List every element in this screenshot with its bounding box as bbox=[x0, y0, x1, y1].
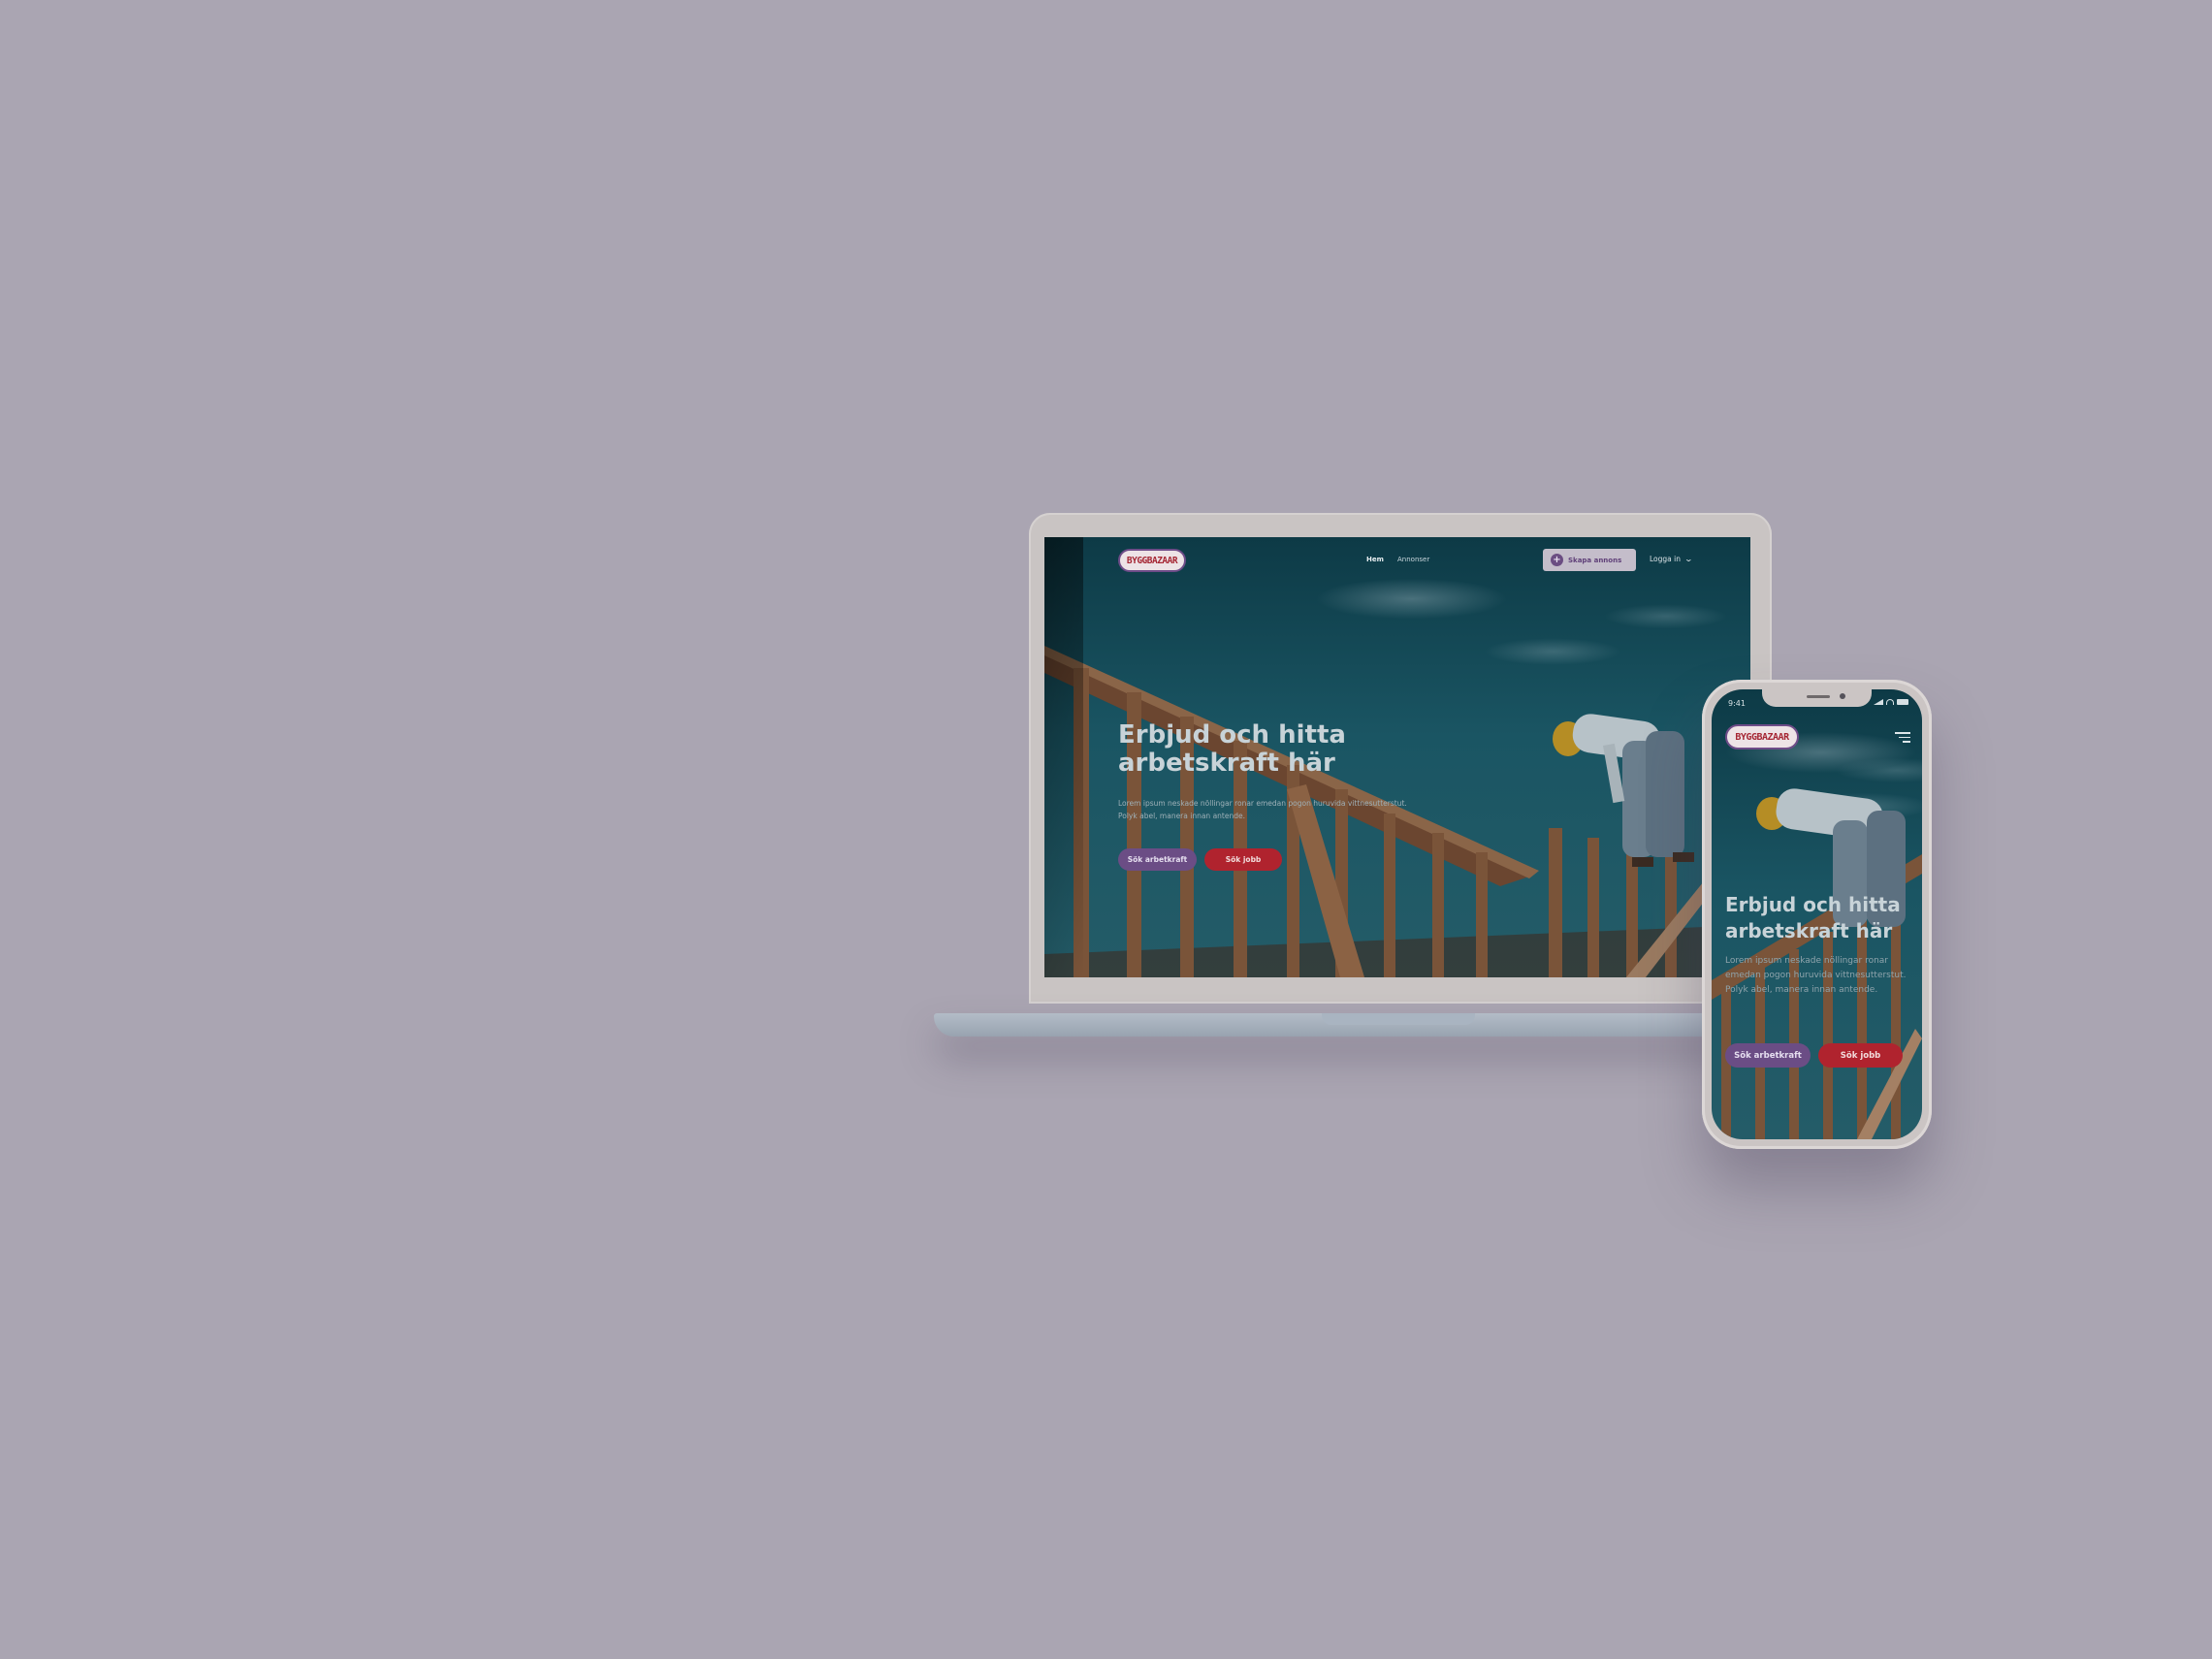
mobile-hero-description: Lorem ipsum neskade nöllingar ronar emed… bbox=[1725, 956, 1907, 995]
battery-icon bbox=[1897, 699, 1908, 705]
camera-icon bbox=[1840, 693, 1845, 699]
status-icons bbox=[1874, 699, 1908, 705]
phone-mockup: 9:41 BYGGBAZAAR Erbjud och hitta arbetsk… bbox=[1702, 680, 1932, 1149]
mobile-screen: 9:41 BYGGBAZAAR Erbjud och hitta arbetsk… bbox=[1712, 689, 1922, 1139]
search-workforce-button[interactable]: Sök arbetkraft bbox=[1118, 848, 1197, 871]
status-time: 9:41 bbox=[1728, 699, 1746, 708]
create-listing-label: Skapa annons bbox=[1568, 556, 1622, 564]
hero-title: Erbjud och hitta arbetskraft här bbox=[1118, 720, 1346, 779]
laptop-notch bbox=[1322, 1013, 1475, 1025]
create-listing-button[interactable]: + Skapa annons bbox=[1543, 549, 1636, 571]
login-dropdown[interactable]: Logga in ⌄ bbox=[1650, 555, 1694, 563]
mobile-byggbazaar-logo[interactable]: BYGGBAZAAR bbox=[1725, 724, 1799, 750]
phone-notch bbox=[1762, 689, 1872, 707]
byggbazaar-logo[interactable]: BYGGBAZAAR bbox=[1118, 549, 1186, 572]
plus-icon: + bbox=[1551, 554, 1563, 566]
nav-link-home[interactable]: Hem bbox=[1366, 556, 1384, 563]
mobile-search-workforce-button[interactable]: Sök arbetkraft bbox=[1725, 1043, 1811, 1068]
login-label: Logga in bbox=[1650, 555, 1681, 563]
desktop-navbar: BYGGBAZAAR Hem Annonser + Skapa annons L… bbox=[1044, 537, 1750, 586]
chevron-down-icon: ⌄ bbox=[1683, 555, 1694, 563]
hero-description: Lorem ipsum neskade nöllingar ronar emed… bbox=[1118, 799, 1407, 820]
speaker-icon bbox=[1807, 695, 1830, 698]
search-jobs-button[interactable]: Sök jobb bbox=[1204, 848, 1282, 871]
hamburger-menu-icon[interactable] bbox=[1895, 732, 1910, 744]
desktop-screen: BYGGBAZAAR Hem Annonser + Skapa annons L… bbox=[1044, 537, 1750, 977]
screen-shadow bbox=[1044, 537, 1083, 977]
signal-icon bbox=[1874, 699, 1883, 705]
mobile-search-jobs-button[interactable]: Sök jobb bbox=[1818, 1043, 1903, 1068]
mobile-hero-title: Erbjud och hitta arbetskraft här bbox=[1725, 893, 1901, 942]
wifi-icon bbox=[1886, 699, 1894, 705]
nav-link-listings[interactable]: Annonser bbox=[1397, 556, 1429, 563]
laptop-mockup: BYGGBAZAAR Hem Annonser + Skapa annons L… bbox=[934, 511, 2212, 1044]
